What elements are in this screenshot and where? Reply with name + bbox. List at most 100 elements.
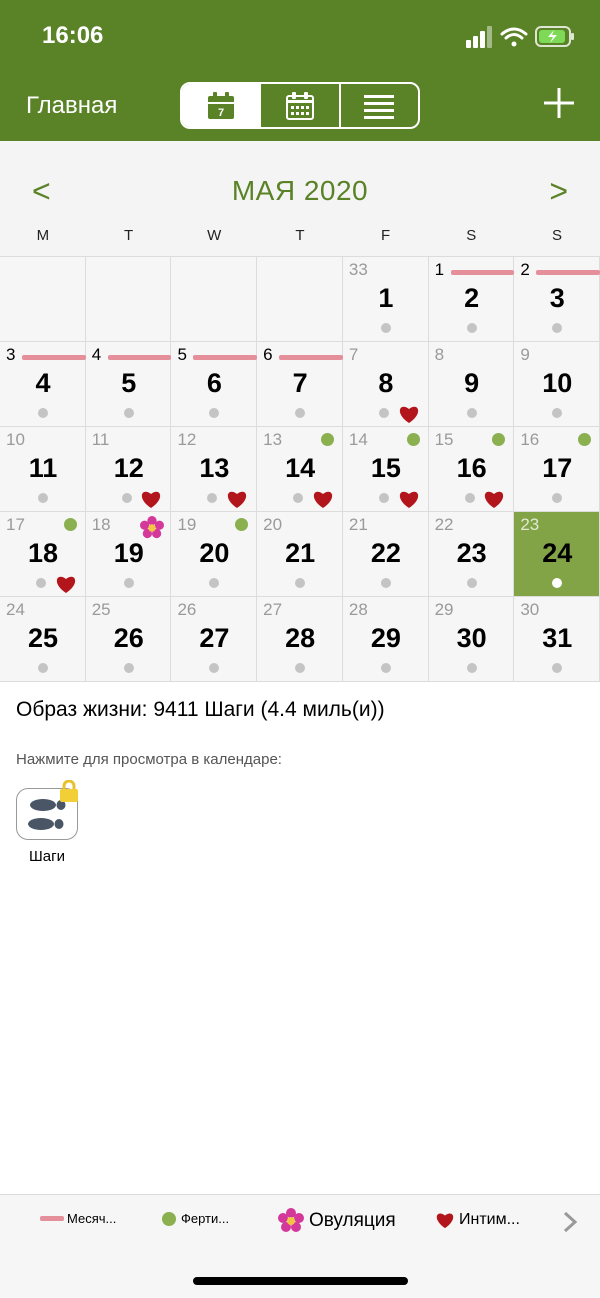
day-number: 23	[456, 538, 487, 568]
day-cell[interactable]: 11 12	[85, 427, 172, 512]
legend-period[interactable]: Месяч...	[40, 1211, 116, 1226]
legend-intim-label: Интим...	[459, 1211, 520, 1228]
day-number: 5	[121, 368, 137, 398]
day-number: 16	[456, 453, 487, 483]
day-cell[interactable]: 16 17	[514, 427, 600, 512]
lifestyle-summary[interactable]: Образ жизни: 9411 Шаги (4.4 миль(и))	[16, 698, 385, 722]
view-switcher: 7	[180, 82, 420, 129]
note-dot-icon	[552, 493, 563, 503]
steps-label: Шаги	[29, 848, 65, 865]
legend-fertile[interactable]: Ферти...	[162, 1211, 229, 1226]
note-dot-icon	[378, 493, 389, 503]
signal-icon	[466, 26, 492, 48]
month-title: МАЯ 2020	[231, 175, 369, 206]
list-view-tab[interactable]	[341, 84, 418, 127]
flower-icon	[278, 1208, 304, 1232]
period-line-icon	[279, 355, 343, 360]
day-cell[interactable]: 89	[428, 342, 515, 427]
next-month-button[interactable]: >	[549, 173, 568, 210]
cycle-day-number: 14	[348, 430, 368, 449]
heart-icon	[56, 576, 75, 593]
cycle-day-number: 11	[91, 430, 110, 449]
day-cell[interactable]: 26 27	[171, 597, 258, 682]
day-number: 24	[542, 538, 573, 568]
day-cell[interactable]: 28 29	[342, 597, 429, 682]
day-number: 3	[549, 283, 565, 313]
day-cell[interactable]: 21 22	[342, 512, 429, 597]
app-header: 16:06 Главная 7	[0, 0, 600, 141]
month-view-tab[interactable]	[261, 84, 341, 127]
period-line-icon	[536, 270, 600, 275]
cycle-day-number: 15	[434, 430, 454, 449]
note-dot-icon	[123, 663, 134, 673]
day-cell[interactable]: 30 31	[514, 597, 600, 682]
day-cell[interactable]: 12	[428, 257, 515, 342]
day-cell[interactable]: 24 25	[0, 597, 86, 682]
day-cell[interactable]: 13 14	[257, 427, 343, 512]
day-cell[interactable]: 45	[85, 342, 172, 427]
day-cell[interactable]: 23	[514, 257, 600, 342]
month-navigation: < МАЯ 2020 > M T W T F S S	[0, 141, 600, 256]
note-dot-icon	[207, 493, 218, 503]
day-number: 21	[285, 538, 316, 568]
note-dot-icon	[464, 493, 475, 503]
cycle-day-number: 26	[177, 600, 197, 619]
legend-intim[interactable]: Интим...	[435, 1211, 520, 1229]
legend-period-label: Месяч...	[67, 1211, 117, 1226]
fertile-dot-icon	[235, 518, 249, 531]
day-number: 4	[35, 368, 51, 398]
week-view-tab[interactable]: 7	[182, 84, 262, 127]
cycle-day-number: 18	[91, 515, 111, 534]
day-cell[interactable]: 34	[0, 342, 86, 427]
day-cell[interactable]: 10 11	[0, 427, 86, 512]
flower-icon	[140, 516, 165, 539]
cycle-day-number: 28	[348, 600, 368, 619]
day-cell[interactable]: 78	[342, 342, 429, 427]
period-line-icon	[40, 1216, 64, 1221]
note-dot-icon	[121, 493, 132, 503]
cycle-day-number: 25	[91, 600, 111, 619]
cycle-day-number: 12	[177, 430, 197, 449]
day-number: 11	[28, 453, 58, 483]
day-cell[interactable]: 27 28	[257, 597, 343, 682]
status-icons	[466, 26, 574, 48]
day-cell[interactable]: 56	[171, 342, 258, 427]
note-dot-icon	[36, 578, 46, 588]
cycle-day-number: 22	[434, 515, 454, 534]
weekday-label: T	[123, 227, 134, 244]
period-line-icon	[107, 355, 172, 360]
day-cell[interactable]: 22 23	[428, 512, 515, 597]
day-cell[interactable]: 67	[257, 342, 343, 427]
day-number: 8	[378, 368, 394, 398]
heart-icon	[399, 491, 418, 508]
day-cell[interactable]: 17 18	[0, 512, 86, 597]
day-cell[interactable]: 29 30	[428, 597, 515, 682]
chevron-right-icon[interactable]	[562, 1211, 578, 1233]
day-cell[interactable]: 12 13	[171, 427, 258, 512]
day-cell-today[interactable]: 23 24	[514, 512, 600, 597]
day-cell[interactable]: 20 21	[257, 512, 343, 597]
note-dot-icon	[466, 323, 477, 333]
cycle-day-number: 5	[177, 345, 187, 364]
empty-day-cell	[171, 257, 258, 342]
fertile-dot-icon	[406, 433, 420, 446]
cycle-day-number: 21	[348, 515, 368, 534]
plus-icon[interactable]	[542, 86, 576, 120]
legend-fertile-label: Ферти...	[181, 1211, 230, 1226]
day-cell[interactable]: 19 20	[171, 512, 258, 597]
svg-text:7: 7	[218, 107, 224, 119]
day-number: 25	[27, 623, 59, 653]
day-cell[interactable]: 14 15	[342, 427, 429, 512]
day-cell[interactable]: 9 10	[514, 342, 600, 427]
calendar-week-icon: 7	[207, 91, 234, 119]
day-cell[interactable]: 33 1	[342, 257, 429, 342]
day-number: 2	[464, 283, 480, 313]
empty-day-cell	[0, 257, 86, 342]
day-cell[interactable]: 15 16	[428, 427, 515, 512]
period-line-icon	[22, 355, 86, 360]
day-cell[interactable]: 25 26	[85, 597, 172, 682]
legend-ovulation[interactable]: Овуляция	[278, 1208, 396, 1234]
weekday-label: W	[207, 227, 222, 244]
empty-day-cell	[85, 257, 172, 342]
day-cell[interactable]: 18 19	[85, 512, 172, 597]
